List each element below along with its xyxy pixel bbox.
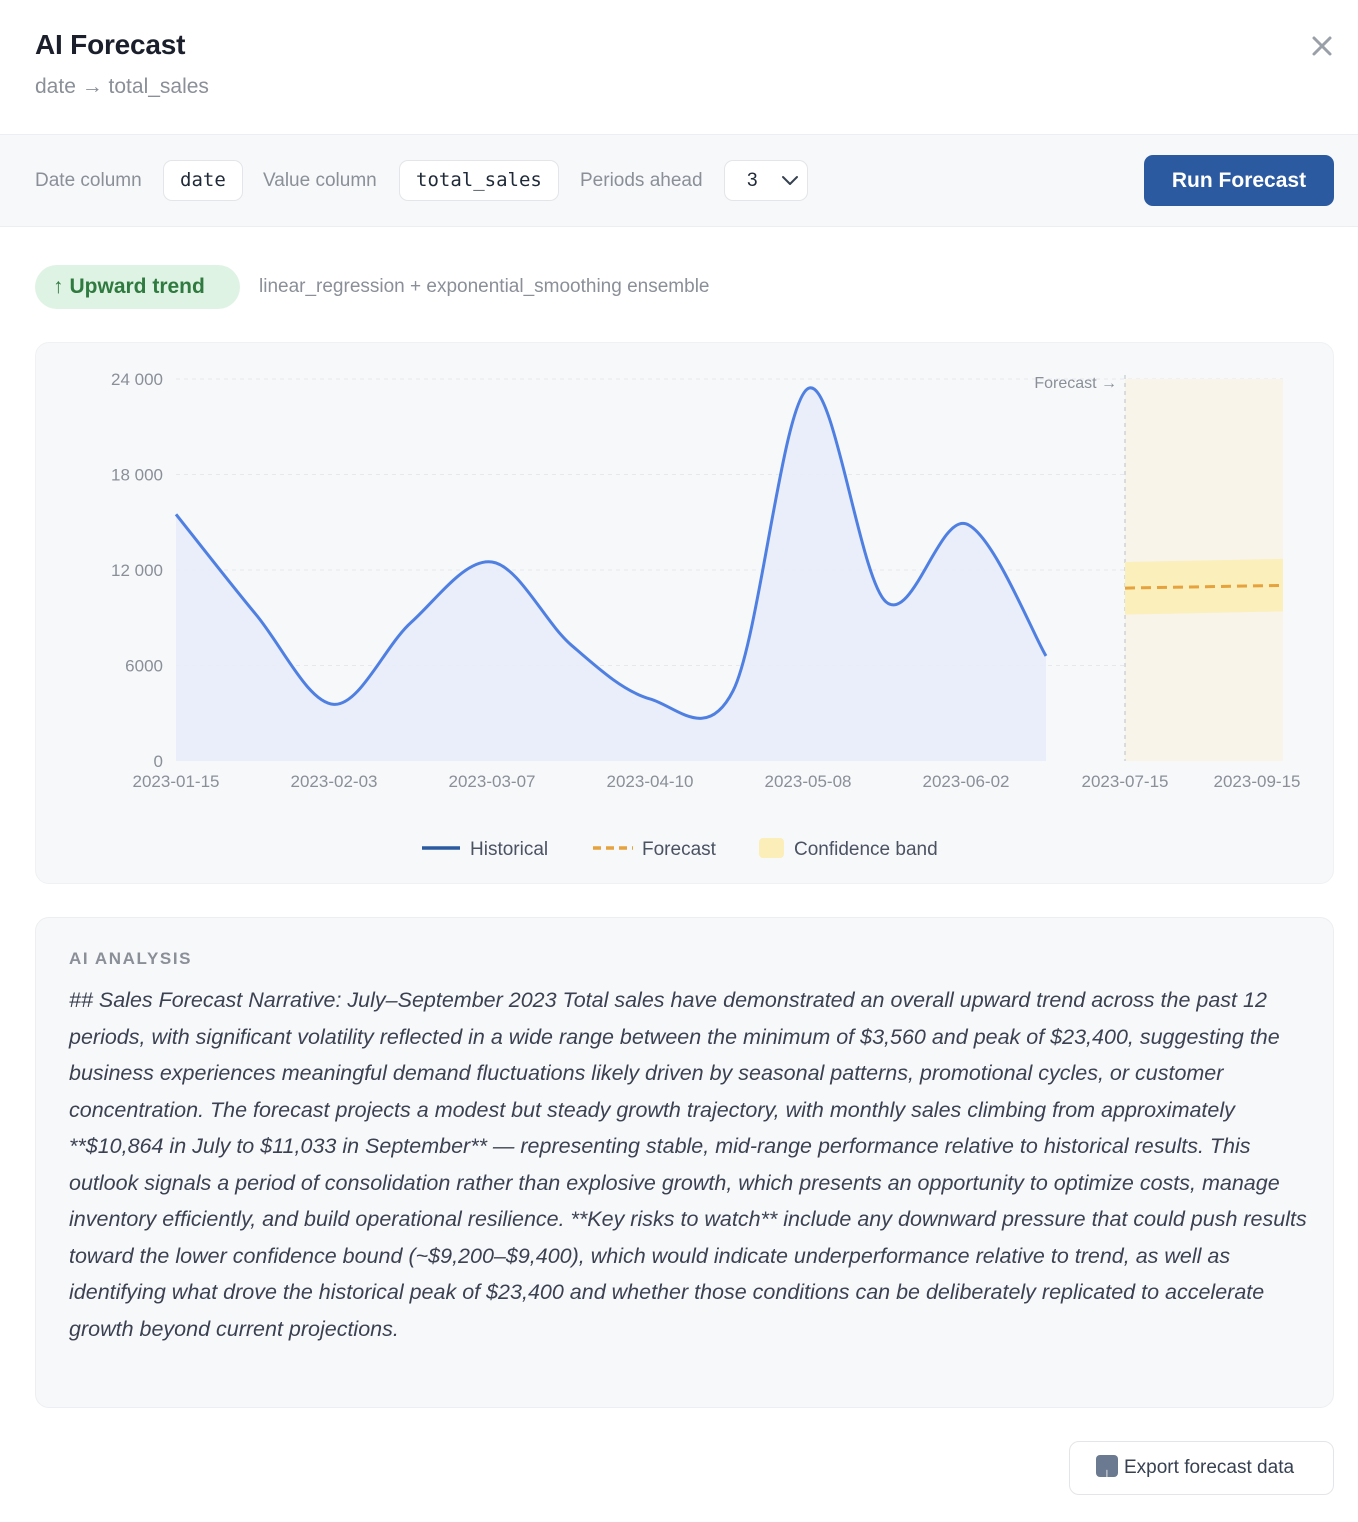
x-tick-label: 2023-06-02 [923,772,1010,791]
forecast-marker-label: Forecast → [1034,375,1117,392]
trend-badge: ↑ Upward trend [35,265,240,309]
page-title: AI Forecast [35,29,186,60]
date-column-chip[interactable]: date [163,160,243,201]
y-tick-label: 24 000 [111,370,163,389]
legend-historical-label: Historical [470,839,548,860]
y-tick-label: 18 000 [111,466,163,485]
export-forecast-button[interactable]: Export forecast data [1069,1441,1334,1500]
x-tick-label: 2023-07-15 [1082,772,1169,791]
forecast-chart: 0 6000 12 000 18 000 24 000 2023-01-15 2023-02… [111,370,1301,860]
legend-band-swatch [759,838,784,858]
periods-ahead-label: Periods ahead [580,170,703,191]
x-tick-label: 2023-03-07 [449,772,536,791]
ai-analysis-card: AI ANALYSIS ## Sales Forecast Narrative:… [35,917,1334,1408]
model-description: linear_regression + exponential_smoothin… [259,276,710,297]
controls-bar: Date column date Value column total_sale… [0,135,1358,227]
arrow-up-icon: ↑ [53,275,64,298]
x-tick-label: 2023-05-08 [765,772,852,791]
value-column-chip[interactable]: total_sales [399,160,559,201]
modal-header: AI Forecast date → total_sales [0,0,1358,135]
y-tick-label: 0 [154,752,163,771]
periods-ahead-select[interactable]: 3 [724,160,808,201]
close-button[interactable] [1306,30,1338,62]
analysis-heading: AI ANALYSIS [69,949,193,968]
x-tick-label: 2023-02-03 [291,772,378,791]
trend-label: Upward trend [69,275,205,298]
page-subtitle: date → total_sales [35,75,209,98]
export-label: Export forecast data [1124,1457,1295,1478]
value-column-label: Value column [263,170,377,191]
y-tick-label: 6000 [125,657,163,676]
download-icon [1096,1448,1118,1500]
analysis-text: ## Sales Forecast Narrative: July–Septem… [69,988,1307,1341]
x-tick-label: 2023-01-15 [133,772,220,791]
close-icon [1312,36,1332,56]
periods-ahead-value: 3 [747,170,758,191]
historical-area [176,387,1046,761]
x-tick-label: 2023-04-10 [607,772,694,791]
legend-forecast-label: Forecast [642,839,717,860]
y-tick-label: 12 000 [111,561,163,580]
legend-band-label: Confidence band [794,839,938,860]
chevron-down-icon [782,176,798,185]
forecast-chart-card: 0 6000 12 000 18 000 24 000 2023-01-15 2023-02… [35,342,1334,884]
x-tick-label: 2023-09-15 [1214,772,1301,791]
run-forecast-button[interactable]: Run Forecast [1144,155,1334,206]
date-column-label: Date column [35,170,142,191]
